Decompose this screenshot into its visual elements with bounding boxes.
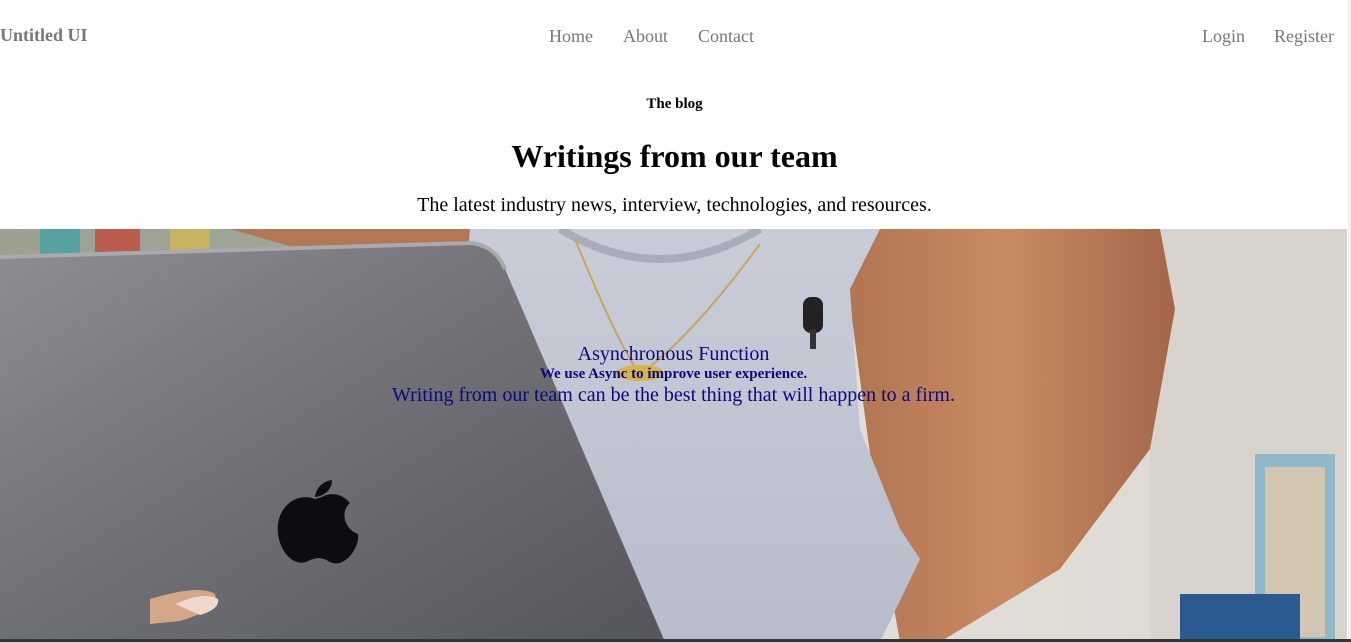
nav-link-about[interactable]: About [623, 25, 668, 47]
page-subtitle: The latest industry news, interview, tec… [417, 194, 932, 216]
login-link[interactable]: Login [1202, 25, 1245, 47]
auth-links: Login Register [1202, 25, 1334, 47]
hero-banner: Asynchronous Function We use Async to im… [0, 229, 1347, 642]
nav-links: Home About Contact [549, 25, 754, 47]
hero-photo [0, 229, 1347, 642]
brand-logo-link[interactable]: Untitled UI [0, 24, 88, 46]
banner-subtitle: We use Async to improve user experience. [539, 366, 808, 382]
nav-link-contact[interactable]: Contact [698, 25, 754, 47]
blog-eyebrow: The blog [646, 96, 703, 112]
page: Untitled UI Home About Contact Login Reg… [0, 0, 1351, 642]
register-link[interactable]: Register [1274, 25, 1334, 47]
nav-link-home[interactable]: Home [549, 25, 593, 47]
banner-title: Asynchronous Function [577, 343, 770, 365]
navbar: Untitled UI Home About Contact Login Reg… [0, 0, 1351, 72]
page-title: Writings from our team [511, 138, 838, 174]
banner-body: Writing from our team can be the best th… [392, 384, 955, 406]
